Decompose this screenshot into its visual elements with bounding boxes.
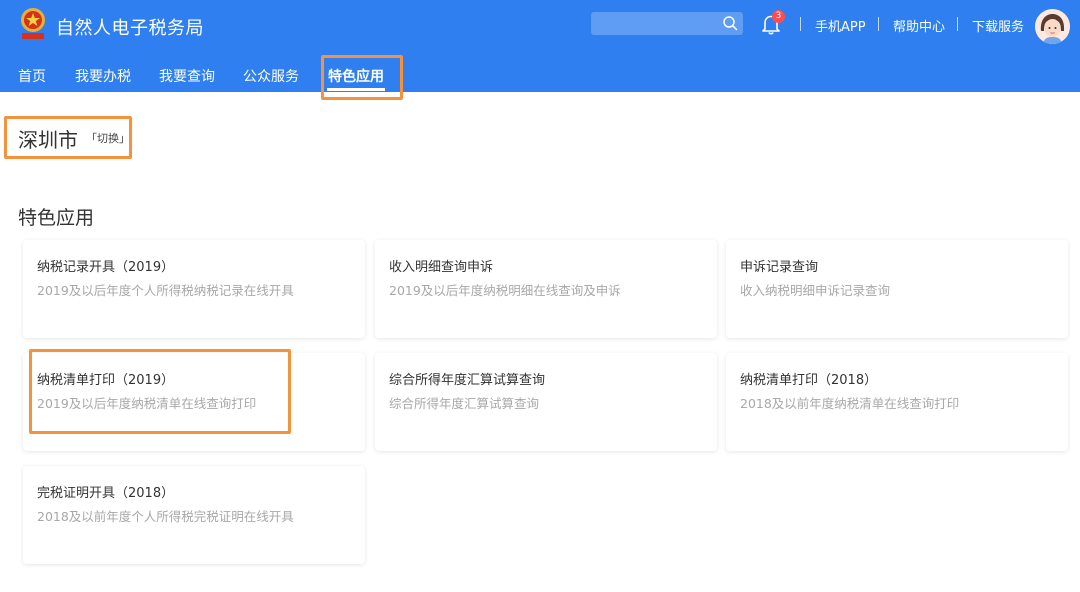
nav-public-service[interactable]: 公众服务: [243, 66, 299, 86]
nav-file-tax[interactable]: 我要办税: [75, 66, 131, 86]
divider: [800, 17, 801, 31]
app-card[interactable]: 综合所得年度汇算试算查询 综合所得年度汇算试算查询: [375, 353, 717, 451]
card-description: 2018及以前年度个人所得税完税证明在线开具: [37, 509, 294, 524]
nav-featured-apps[interactable]: 特色应用: [328, 66, 384, 86]
user-avatar[interactable]: [1035, 9, 1070, 44]
app-card[interactable]: 纳税清单打印（2018） 2018及以前年度纳税清单在线查询打印: [726, 353, 1068, 451]
card-description: 综合所得年度汇算试算查询: [389, 396, 540, 411]
card-title: 纳税清单打印（2019）: [37, 373, 175, 388]
top-header: 自然人电子税务局 3 手机APP 帮助中心 下载服务 首页 我要办税 我要查询 …: [0, 0, 1080, 92]
download-service-link[interactable]: 下载服务: [972, 16, 1024, 35]
card-description: 收入纳税明细申诉记录查询: [740, 283, 891, 298]
card-description: 2019及以后年度个人所得税纳税记录在线开具: [37, 283, 294, 298]
card-description: 2019及以后年度纳税明细在线查询及申诉: [389, 283, 621, 298]
nav-active-indicator: [327, 88, 385, 91]
app-card[interactable]: 纳税清单打印（2019） 2019及以后年度纳税清单在线查询打印: [23, 353, 365, 451]
tax-emblem-icon[interactable]: [19, 7, 47, 41]
card-title: 综合所得年度汇算试算查询: [389, 373, 546, 388]
card-title: 纳税清单打印（2018）: [740, 373, 878, 388]
avatar-icon: [1035, 9, 1070, 44]
switch-city-link[interactable]: 「切换」: [86, 130, 130, 146]
nav-query[interactable]: 我要查询: [159, 66, 215, 86]
divider: [957, 17, 958, 31]
card-description: 2018及以前年度纳税清单在线查询打印: [740, 396, 960, 411]
mobile-app-link[interactable]: 手机APP: [815, 16, 866, 35]
app-card[interactable]: 收入明细查询申诉 2019及以后年度纳税明细在线查询及申诉: [375, 240, 717, 338]
card-title: 申诉记录查询: [740, 260, 819, 275]
card-title: 纳税记录开具（2019）: [37, 260, 175, 275]
current-city: 深圳市: [18, 128, 78, 152]
card-title: 完税证明开具（2018）: [37, 486, 175, 501]
app-card[interactable]: 申诉记录查询 收入纳税明细申诉记录查询: [726, 240, 1068, 338]
card-title: 收入明细查询申诉: [389, 260, 494, 275]
app-card[interactable]: 纳税记录开具（2019） 2019及以后年度个人所得税纳税记录在线开具: [23, 240, 365, 338]
notification-badge: 3: [772, 10, 785, 23]
search-icon[interactable]: [722, 15, 738, 31]
nav-home[interactable]: 首页: [18, 66, 46, 86]
help-center-link[interactable]: 帮助中心: [893, 16, 945, 35]
search-input[interactable]: [591, 12, 743, 35]
card-description: 2019及以后年度纳税清单在线查询打印: [37, 396, 257, 411]
app-card[interactable]: 完税证明开具（2018） 2018及以前年度个人所得税完税证明在线开具: [23, 466, 365, 564]
divider: [878, 17, 879, 31]
section-title: 特色应用: [18, 207, 95, 229]
site-title[interactable]: 自然人电子税务局: [56, 14, 204, 40]
